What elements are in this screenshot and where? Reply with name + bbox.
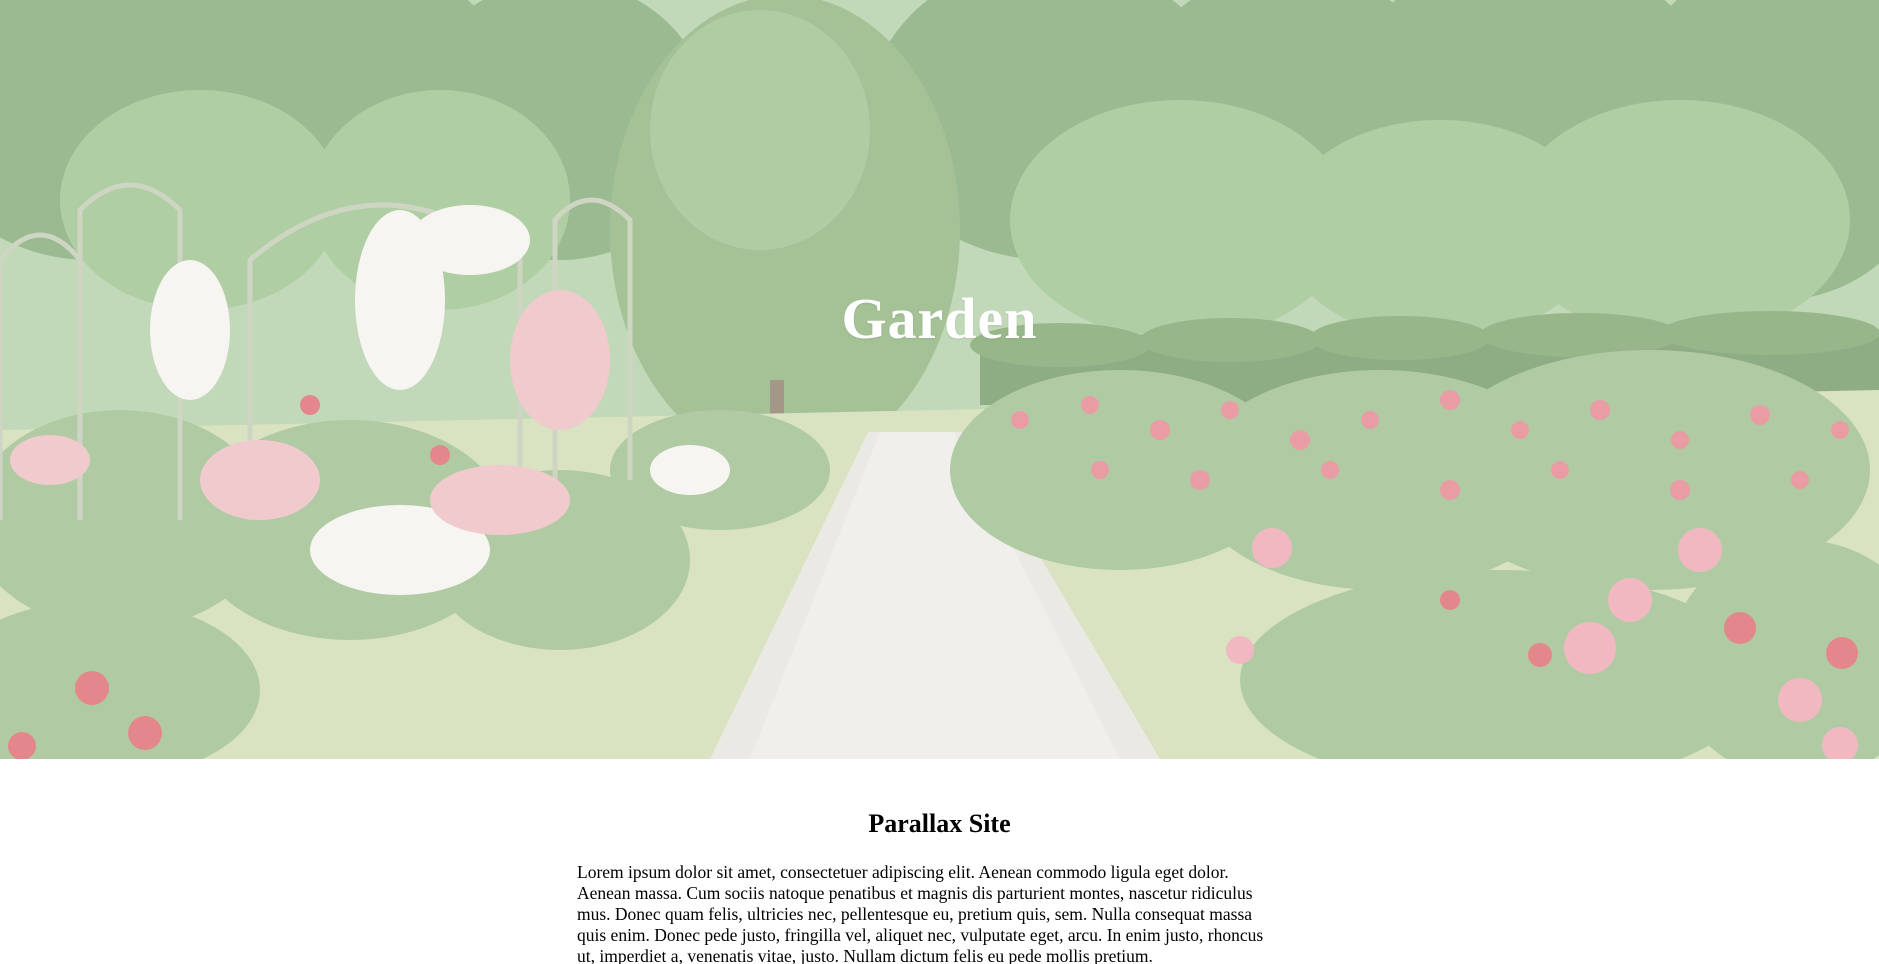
hero-section: Garden xyxy=(0,0,1879,759)
content-section: Parallax Site Lorem ipsum dolor sit amet… xyxy=(0,759,1879,964)
section-body-text: Lorem ipsum dolor sit amet, consectetuer… xyxy=(577,862,1264,964)
hero-title: Garden xyxy=(841,286,1038,351)
section-title: Parallax Site xyxy=(868,809,1011,838)
hero-image-overlay xyxy=(0,0,1879,759)
